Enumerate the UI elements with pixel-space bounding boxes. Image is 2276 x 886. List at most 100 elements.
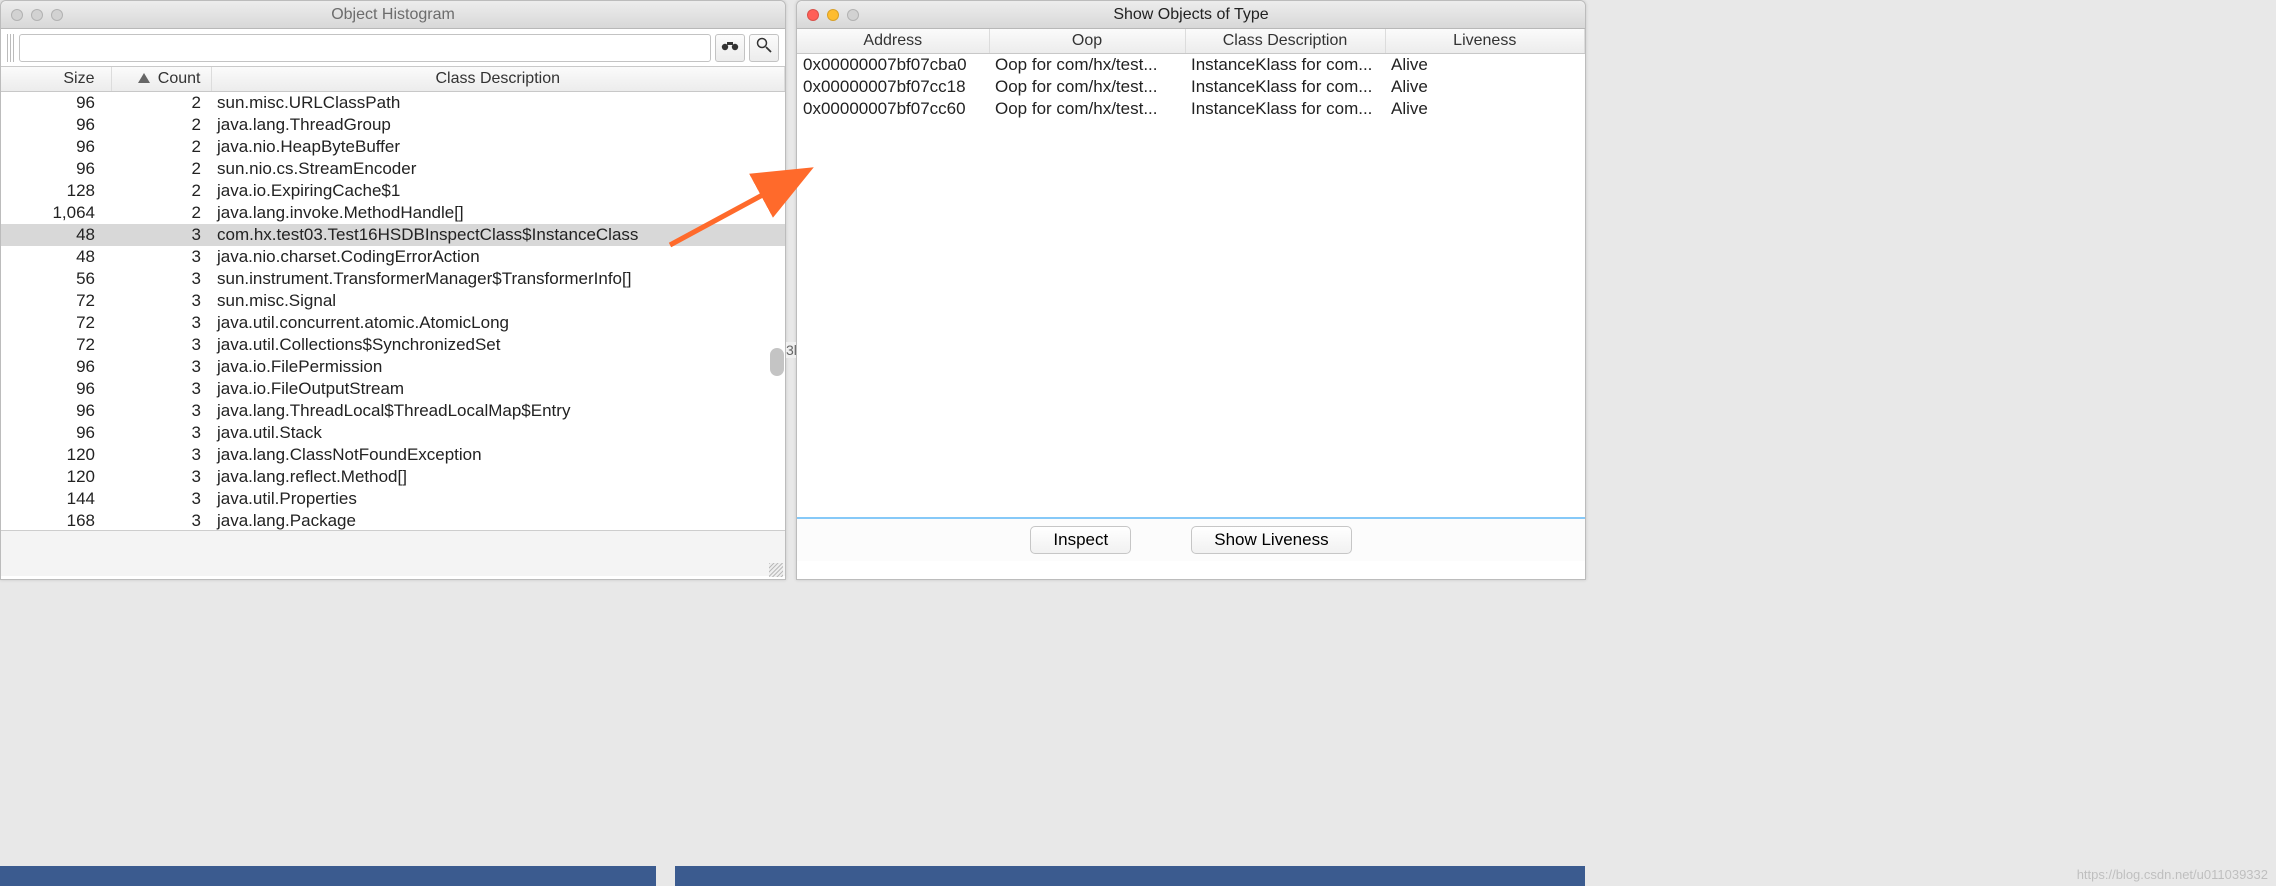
inspect-button[interactable] xyxy=(749,34,779,62)
size-cell: 96 xyxy=(1,92,111,114)
column-header-class[interactable]: Class Description xyxy=(1185,29,1385,54)
column-header-oop[interactable]: Oop xyxy=(989,29,1185,54)
count-cell: 2 xyxy=(111,202,211,224)
desc-cell: sun.misc.Signal xyxy=(211,290,785,312)
oop-cell: Oop for com/hx/test... xyxy=(989,98,1185,120)
table-row[interactable]: 483java.nio.charset.CodingErrorAction xyxy=(1,246,785,268)
close-icon[interactable] xyxy=(11,9,23,21)
minimize-icon[interactable] xyxy=(827,9,839,21)
resize-grip-icon[interactable] xyxy=(769,563,783,577)
count-cell: 3 xyxy=(111,444,211,466)
bottom-bar-right xyxy=(675,866,1585,886)
address-cell: 0x00000007bf07cc18 xyxy=(797,76,989,98)
size-cell: 96 xyxy=(1,114,111,136)
titlebar[interactable]: Show Objects of Type xyxy=(797,1,1585,29)
object-histogram-window: Object Histogram Size Count Cla xyxy=(0,0,786,580)
column-header-size[interactable]: Size xyxy=(1,67,111,92)
objects-table-area: Address Oop Class Description Liveness 0… xyxy=(797,29,1585,519)
count-cell: 3 xyxy=(111,422,211,444)
column-header-address[interactable]: Address xyxy=(797,29,989,54)
table-row[interactable]: 1203java.lang.reflect.Method[] xyxy=(1,466,785,488)
count-cell: 3 xyxy=(111,378,211,400)
objects-table: Address Oop Class Description Liveness 0… xyxy=(797,29,1585,120)
class-cell: InstanceKlass for com... xyxy=(1185,76,1385,98)
desc-cell: java.lang.ThreadLocal$ThreadLocalMap$Ent… xyxy=(211,400,785,422)
background-window-fragment: 3l xyxy=(786,342,796,358)
maximize-icon[interactable] xyxy=(847,9,859,21)
titlebar[interactable]: Object Histogram xyxy=(1,1,785,29)
size-cell: 1,064 xyxy=(1,202,111,224)
inspect-button[interactable]: Inspect xyxy=(1030,526,1131,554)
table-row[interactable]: 723java.util.concurrent.atomic.AtomicLon… xyxy=(1,312,785,334)
table-row[interactable]: 0x00000007bf07cba0Oop for com/hx/test...… xyxy=(797,54,1585,77)
size-cell: 96 xyxy=(1,136,111,158)
count-cell: 3 xyxy=(111,312,211,334)
liveness-cell: Alive xyxy=(1385,54,1585,77)
search-toolbar xyxy=(1,29,785,67)
desc-cell: com.hx.test03.Test16HSDBInspectClass$Ins… xyxy=(211,224,785,246)
table-row[interactable]: 963java.lang.ThreadLocal$ThreadLocalMap$… xyxy=(1,400,785,422)
table-row[interactable]: 962sun.misc.URLClassPath xyxy=(1,92,785,114)
status-footer xyxy=(1,530,785,576)
desc-cell: java.lang.Package xyxy=(211,510,785,530)
window-title: Object Histogram xyxy=(1,6,785,24)
traffic-lights xyxy=(11,9,63,21)
count-cell: 3 xyxy=(111,356,211,378)
column-header-description[interactable]: Class Description xyxy=(211,67,785,92)
table-row[interactable]: 962sun.nio.cs.StreamEncoder xyxy=(1,158,785,180)
watermark-text: https://blog.csdn.net/u011039332 xyxy=(2077,867,2268,882)
count-cell: 2 xyxy=(111,114,211,136)
scrollbar-thumb[interactable] xyxy=(770,348,784,376)
table-row[interactable]: 1203java.lang.ClassNotFoundException xyxy=(1,444,785,466)
table-row[interactable]: 963java.io.FilePermission xyxy=(1,356,785,378)
count-cell: 3 xyxy=(111,290,211,312)
traffic-lights xyxy=(807,9,859,21)
table-row[interactable]: 483com.hx.test03.Test16HSDBInspectClass$… xyxy=(1,224,785,246)
table-row[interactable]: 563sun.instrument.TransformerManager$Tra… xyxy=(1,268,785,290)
count-cell: 2 xyxy=(111,180,211,202)
oop-cell: Oop for com/hx/test... xyxy=(989,54,1185,77)
count-cell: 3 xyxy=(111,400,211,422)
table-row[interactable]: 1443java.util.Properties xyxy=(1,488,785,510)
search-input[interactable] xyxy=(19,34,711,62)
desc-cell: java.util.Properties xyxy=(211,488,785,510)
table-row[interactable]: 962java.nio.HeapByteBuffer xyxy=(1,136,785,158)
table-row[interactable]: 723java.util.Collections$SynchronizedSet xyxy=(1,334,785,356)
maximize-icon[interactable] xyxy=(51,9,63,21)
table-row[interactable]: 0x00000007bf07cc18Oop for com/hx/test...… xyxy=(797,76,1585,98)
size-cell: 144 xyxy=(1,488,111,510)
table-row[interactable]: 723sun.misc.Signal xyxy=(1,290,785,312)
count-cell: 3 xyxy=(111,246,211,268)
count-cell: 2 xyxy=(111,136,211,158)
close-icon[interactable] xyxy=(807,9,819,21)
size-cell: 168 xyxy=(1,510,111,530)
class-cell: InstanceKlass for com... xyxy=(1185,98,1385,120)
desc-cell: java.nio.charset.CodingErrorAction xyxy=(211,246,785,268)
magnifier-icon xyxy=(756,37,772,58)
count-cell: 3 xyxy=(111,488,211,510)
minimize-icon[interactable] xyxy=(31,9,43,21)
toolbar-grip-icon[interactable] xyxy=(7,34,15,62)
show-liveness-button[interactable]: Show Liveness xyxy=(1191,526,1351,554)
size-cell: 96 xyxy=(1,158,111,180)
table-row[interactable]: 1683java.lang.Package xyxy=(1,510,785,530)
find-button[interactable] xyxy=(715,34,745,62)
window-title: Show Objects of Type xyxy=(797,6,1585,24)
table-row[interactable]: 963java.io.FileOutputStream xyxy=(1,378,785,400)
table-row[interactable]: 0x00000007bf07cc60Oop for com/hx/test...… xyxy=(797,98,1585,120)
count-cell: 3 xyxy=(111,334,211,356)
table-body-scroll[interactable]: 962sun.misc.URLClassPath962java.lang.Thr… xyxy=(1,92,785,530)
count-cell: 2 xyxy=(111,158,211,180)
address-cell: 0x00000007bf07cc60 xyxy=(797,98,989,120)
table-row[interactable]: 1282java.io.ExpiringCache$1 xyxy=(1,180,785,202)
size-cell: 48 xyxy=(1,224,111,246)
desc-cell: java.nio.HeapByteBuffer xyxy=(211,136,785,158)
table-row[interactable]: 963java.util.Stack xyxy=(1,422,785,444)
column-header-liveness[interactable]: Liveness xyxy=(1385,29,1585,54)
desc-cell: java.lang.ClassNotFoundException xyxy=(211,444,785,466)
column-header-count[interactable]: Count xyxy=(111,67,211,92)
desc-cell: java.lang.ThreadGroup xyxy=(211,114,785,136)
desc-cell: java.io.ExpiringCache$1 xyxy=(211,180,785,202)
table-row[interactable]: 1,0642java.lang.invoke.MethodHandle[] xyxy=(1,202,785,224)
table-row[interactable]: 962java.lang.ThreadGroup xyxy=(1,114,785,136)
